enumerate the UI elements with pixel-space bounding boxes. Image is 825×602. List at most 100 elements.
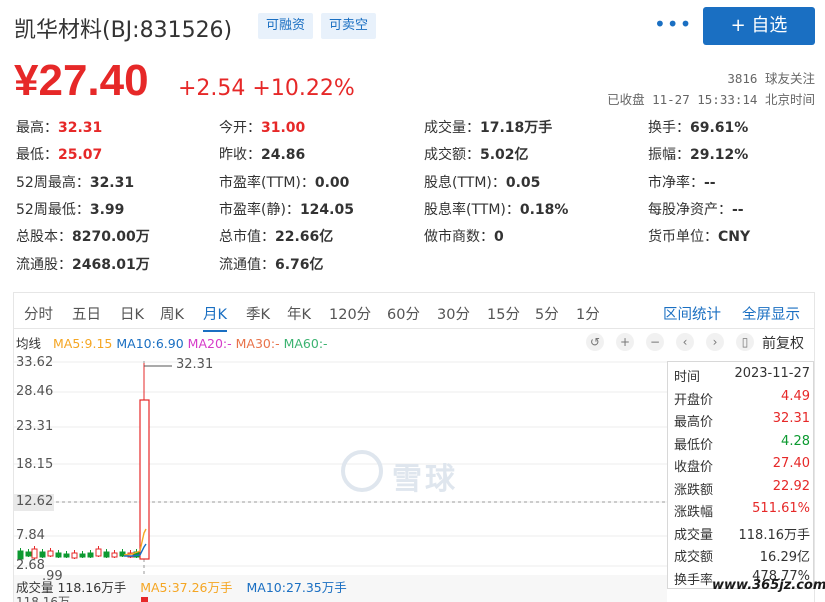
quote-row: 最低：25.07 昨收：24.86 成交额：5.02亿 振幅：29.12% [16, 144, 816, 171]
quote-value: -- [732, 201, 744, 218]
candle-body [25, 551, 32, 557]
quote-cell: 振幅：29.12% [648, 144, 748, 164]
more-icon[interactable]: ••• [654, 12, 692, 36]
quote-value: 32.31 [58, 120, 103, 136]
quote-row: 总股本：8270.00万 总市值：22.66亿 做市商数：0 货币单位：CNY [16, 226, 816, 253]
tooltip-key: 最低价 [674, 437, 714, 453]
tooltip-value: 118.16万手 [738, 527, 811, 543]
tooltip-value: 27.40 [772, 456, 810, 471]
quote-label: 市盈率(静)： [219, 201, 300, 218]
quote-value: CNY [718, 229, 751, 246]
quote-value: 17.18万手 [480, 120, 553, 136]
quote-cell: 股息(TTM)：0.05 [424, 172, 540, 192]
short-tag[interactable]: 可卖空 [321, 13, 377, 39]
high-marker-label: 32.31 [176, 357, 214, 372]
quote-label: 股息率(TTM)： [424, 201, 520, 218]
candle-body [111, 552, 118, 558]
candle-body [55, 552, 62, 558]
quote-label: 流通股： [16, 256, 72, 273]
tooltip-value: 32.31 [772, 411, 810, 426]
quote-value: 0.05 [505, 174, 541, 191]
tooltip-key: 换手率 [674, 572, 714, 588]
candle-body [95, 548, 102, 557]
volume-axis-label: 118.16万 [16, 595, 70, 602]
stock-title: 凯华材料(BJ:831526) [14, 18, 233, 43]
y-tick-label: 12.62 [16, 494, 54, 509]
quote-label: 最低： [16, 147, 58, 164]
candle-body [31, 548, 38, 559]
quote-row: 52周最低：3.99 市盈率(静)：124.05 股息率(TTM)：0.18% 每股净… [16, 199, 816, 226]
quote-label: 总股本： [16, 229, 72, 246]
tooltip-key: 时间 [674, 370, 701, 385]
tooltip-value: 16.29亿 [759, 550, 810, 565]
volume-legend-item: MA5:37.26万手 [140, 580, 233, 595]
candle-body [71, 552, 78, 559]
quote-value: 29.12% [690, 147, 749, 164]
quote-cell: 货币单位：CNY [648, 226, 750, 246]
quote-cell: 最高：32.31 [16, 117, 102, 137]
tooltip-value: 4.49 [781, 388, 810, 404]
tooltip-value: 4.28 [781, 433, 810, 449]
margin-tag[interactable]: 可融资 [258, 13, 314, 39]
quote-cell: 每股净资产：-- [648, 199, 744, 219]
quote-label: 市净率： [648, 174, 704, 191]
stock-header: 凯华材料(BJ:831526) 可融资 可卖空 ••• + 自选 [0, 0, 825, 52]
quote-cell: 流通股：2468.01万 [16, 254, 150, 274]
tooltip-value: 511.61% [752, 501, 810, 516]
candle-body [87, 552, 94, 558]
quote-value: 2468.01万 [72, 256, 150, 273]
followers-count[interactable]: 3816 球友关注 [727, 68, 815, 87]
quote-cell: 股息率(TTM)：0.18% [424, 199, 568, 219]
tooltip-key: 收盘价 [674, 460, 714, 475]
quote-label: 成交额： [424, 147, 480, 164]
quote-value: -- [704, 174, 716, 191]
tooltip-key: 涨跌额 [674, 482, 714, 498]
candle-body [79, 553, 86, 558]
quote-label: 货币单位： [648, 229, 718, 246]
y-tick-label: 23.31 [16, 419, 54, 434]
add-watchlist-button[interactable]: + 自选 [703, 7, 815, 45]
quote-label: 做市商数： [424, 229, 494, 246]
kline-chart-panel: 分时 五日 日K 周K 月K 季K 年K 120分 60分 30分 15分 5分 1分 区间统计 全屏显示 … [13, 292, 815, 602]
quote-value: 5.02亿 [480, 147, 529, 164]
quote-label: 昨收： [219, 147, 261, 164]
quote-cell: 总股本：8270.00万 [16, 226, 150, 246]
quote-value: 31.00 [261, 120, 306, 136]
tooltip-key: 成交额 [674, 550, 714, 565]
tooltip-key: 成交量 [674, 527, 714, 543]
quote-cell: 市盈率(TTM)：0.00 [219, 172, 349, 192]
quote-cell: 52周最低：3.99 [16, 199, 124, 219]
quote-label: 今开： [219, 120, 261, 136]
quote-label: 流通值： [219, 256, 275, 273]
y-tick-label: 28.46 [16, 384, 54, 399]
site-watermark: www.365jz.com [712, 578, 825, 593]
quote-cell: 成交额：5.02亿 [424, 144, 529, 164]
quote-value: 124.05 [299, 201, 354, 218]
quote-cell: 流通值：6.76亿 [219, 254, 324, 274]
candle-body [103, 551, 110, 558]
quote-cell: 做市商数：0 [424, 226, 504, 246]
kline-tooltip: 时间 2023-11-27 开盘价 4.49 最高价 32.31 最低价 4.28 收盘价 27.… [667, 361, 814, 589]
tooltip-key: 最高价 [674, 415, 714, 430]
volume-legend-item: MA10:27.35万手 [246, 580, 347, 595]
quote-cell: 换手：69.61% [648, 117, 748, 137]
quote-label: 52周最低： [16, 201, 90, 218]
quote-cell: 市盈率(静)：124.05 [219, 199, 354, 219]
quote-label: 每股净资产： [648, 201, 732, 218]
quote-value: 0 [494, 229, 504, 246]
volume-bar [141, 597, 148, 602]
quote-value: 24.86 [261, 147, 306, 164]
quote-value: 3.99 [89, 201, 125, 218]
candle-body [47, 550, 54, 557]
tooltip-key: 涨跌幅 [674, 505, 714, 520]
quote-cell: 总市值：22.66亿 [219, 226, 333, 246]
quote-cell: 今开：31.00 [219, 117, 305, 137]
big-candle-body [139, 399, 150, 560]
watermark-text: 雪球 [392, 462, 458, 497]
y-tick-label: 33.62 [16, 355, 54, 370]
quote-label: 股息(TTM)： [424, 174, 506, 191]
quote-value: 22.66亿 [275, 229, 334, 246]
quote-label: 换手： [648, 120, 690, 136]
tooltip-value: 22.92 [772, 478, 810, 494]
quote-row: 最高：32.31 今开：31.00 成交量：17.18万手 换手：69.61% [16, 117, 816, 144]
